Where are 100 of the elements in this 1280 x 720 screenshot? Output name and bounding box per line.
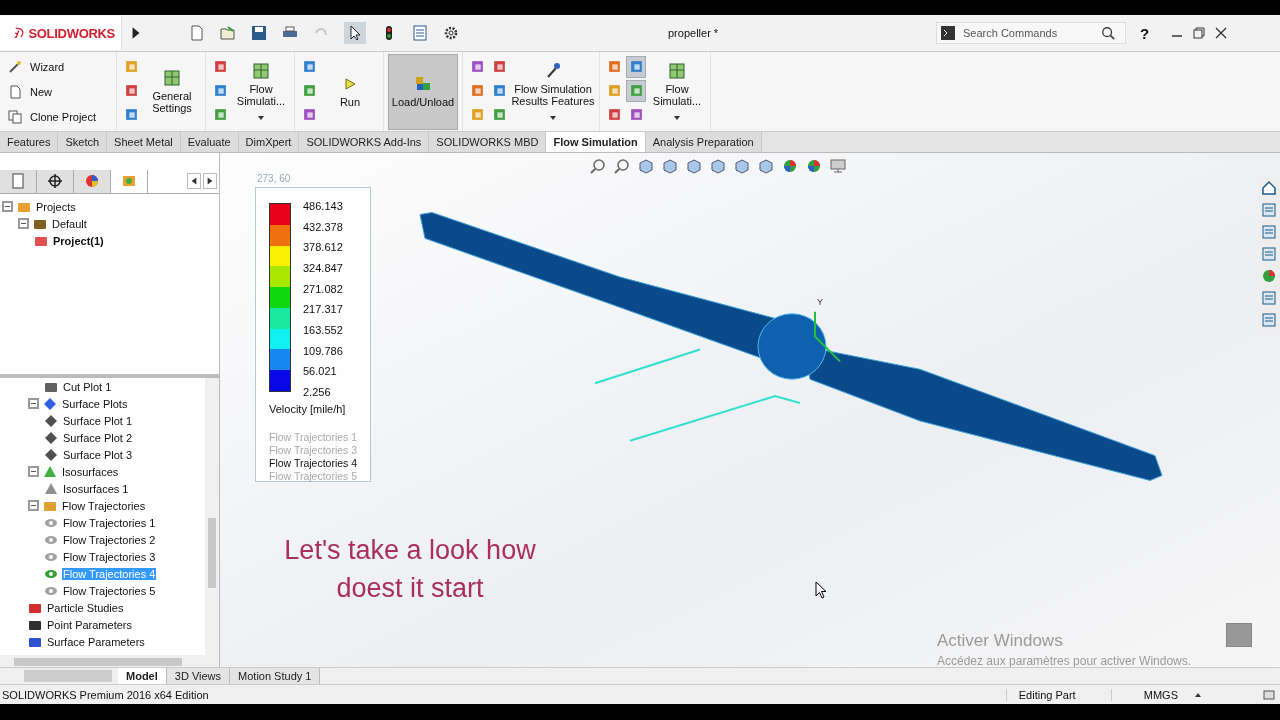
scale-value: 109.786 <box>303 344 343 357</box>
new-document-icon[interactable] <box>189 25 205 41</box>
tree-item[interactable]: Flow Trajectories 2 <box>62 533 157 546</box>
logo-text: SOLIDWORKS <box>28 25 115 41</box>
crosshair-icon <box>47 173 63 189</box>
model-tab[interactable]: Motion Study 1 <box>230 668 321 684</box>
model-tab[interactable]: Model <box>118 668 167 684</box>
view-cube-icon[interactable] <box>734 158 750 174</box>
ribbon-button[interactable]: General Settings <box>143 53 201 130</box>
zoom-to-fit-icon[interactable] <box>590 158 606 174</box>
probe-icon <box>544 62 562 80</box>
tree-item[interactable]: Point Parameters <box>46 618 133 631</box>
tree-item[interactable]: Surface Plot 2 <box>62 431 134 444</box>
toolbar-square-icon[interactable] <box>626 79 646 102</box>
vertical-scrollbar[interactable] <box>205 378 219 655</box>
collapse-toggle[interactable] <box>28 500 39 511</box>
tree-item[interactable]: Surface Plots <box>61 397 129 410</box>
collapse-toggle[interactable] <box>18 218 29 229</box>
list-icon[interactable] <box>412 25 428 41</box>
collapse-toggle[interactable] <box>28 398 39 409</box>
document-title: propeller * <box>668 27 720 39</box>
view-cube-icon[interactable] <box>758 158 774 174</box>
horizontal-scrollbar[interactable] <box>0 655 219 667</box>
collapse-toggle[interactable] <box>2 201 13 212</box>
tree-item[interactable]: Isosurfaces <box>61 465 120 478</box>
tree-item[interactable]: Flow Trajectories <box>61 499 147 512</box>
command-tab[interactable]: Sketch <box>58 132 108 152</box>
tree-item[interactable]: Isosurfaces 1 <box>62 482 130 495</box>
ribbon-button[interactable]: Flow Simulati... <box>648 53 706 130</box>
tree-item[interactable]: Flow Trajectories 5 <box>62 584 157 597</box>
ribbon-list-button[interactable]: Wizard <box>8 59 65 74</box>
panel-icon[interactable] <box>1261 246 1277 262</box>
scale-value: 163.552 <box>303 323 343 336</box>
command-tab[interactable]: SOLIDWORKS Add-Ins <box>299 132 430 152</box>
ribbon-list-button[interactable]: New <box>8 84 52 99</box>
scroll-left-icon[interactable] <box>187 173 201 189</box>
open-folder-icon[interactable] <box>220 25 236 41</box>
tree-item[interactable]: Flow Trajectories 1 <box>62 516 157 529</box>
view-cube-icon[interactable] <box>686 158 702 174</box>
select-pointer-icon[interactable] <box>344 22 366 44</box>
tree-item[interactable]: Project(1) <box>52 234 105 247</box>
command-tab[interactable]: Sheet Metal <box>107 132 181 152</box>
caret-icon[interactable] <box>1194 691 1202 698</box>
ribbon-button[interactable]: Load/Unload <box>388 53 458 130</box>
tree-item[interactable]: Default <box>51 217 88 230</box>
tree-item[interactable]: Surface Plot 1 <box>62 414 134 427</box>
units-button[interactable]: MMGS <box>1141 688 1180 701</box>
command-tab[interactable]: Flow Simulation <box>546 132 646 152</box>
command-tab[interactable]: Features <box>0 132 59 152</box>
trajectory-entry[interactable]: Flow Trajectories 4 <box>269 457 370 470</box>
panel-icon[interactable] <box>1261 290 1277 306</box>
quantity-label: Velocity [mile/h] <box>269 403 347 415</box>
search-icon[interactable] <box>1101 26 1115 40</box>
rebuild-icon[interactable] <box>1262 687 1276 702</box>
tree-item[interactable]: Surface Plot 3 <box>62 448 134 461</box>
restore-icon[interactable] <box>1193 27 1206 39</box>
tree-item[interactable]: Flow Trajectories 3 <box>62 550 157 563</box>
ribbon-button[interactable]: Run <box>321 53 379 130</box>
command-tab[interactable]: DimXpert <box>238 132 300 152</box>
zoom-area-icon[interactable] <box>614 158 630 174</box>
tree-item[interactable]: Surface Parameters <box>46 635 146 648</box>
view-cube-icon[interactable] <box>710 158 726 174</box>
wand-icon <box>8 59 22 74</box>
grid-icon <box>163 69 181 87</box>
panel-tab[interactable] <box>37 169 74 193</box>
tree-item[interactable]: Projects <box>35 200 77 213</box>
search-field[interactable]: Search Commands <box>961 26 1095 40</box>
collapse-toggle[interactable] <box>28 466 39 477</box>
view-cube-icon[interactable] <box>638 158 654 174</box>
panel-icon[interactable] <box>1261 224 1277 240</box>
sphere-icon[interactable] <box>1261 268 1277 284</box>
model-tab[interactable]: 3D Views <box>166 668 231 684</box>
home-icon[interactable] <box>1261 180 1277 196</box>
save-icon[interactable] <box>251 25 267 41</box>
help-button[interactable]: ? <box>1140 24 1150 42</box>
scale-value: 2.256 <box>303 385 332 398</box>
command-tab[interactable]: Evaluate <box>180 132 239 152</box>
panel-icon[interactable] <box>1261 202 1277 218</box>
search-bar[interactable]: Search Commands <box>936 22 1126 44</box>
tree-item[interactable]: Particle Studies <box>46 601 125 614</box>
view-cube-icon[interactable] <box>662 158 678 174</box>
ribbon-button[interactable]: Flow Simulati... <box>232 53 290 130</box>
sphere-icon[interactable] <box>806 158 822 174</box>
monitor-icon[interactable] <box>830 158 846 174</box>
command-tab[interactable]: Analysis Preparation <box>645 132 762 152</box>
ribbon-list-button[interactable]: Clone Project <box>8 109 97 124</box>
document-tree-icon <box>10 173 26 189</box>
blocks-icon <box>414 75 432 93</box>
sphere-icon[interactable] <box>782 158 798 174</box>
horizontal-scrollbar[interactable] <box>24 670 112 682</box>
settings-icon[interactable] <box>443 25 459 41</box>
close-icon[interactable] <box>1215 27 1228 39</box>
scroll-right-icon[interactable] <box>203 173 217 189</box>
ribbon-button[interactable]: Flow Simulation Results Features <box>511 53 595 130</box>
diamond-icon <box>43 396 57 411</box>
tree-item[interactable]: Cut Plot 1 <box>62 380 113 393</box>
command-tab[interactable]: SOLIDWORKS MBD <box>429 132 547 152</box>
mouse-cursor-icon <box>815 581 827 599</box>
toolbar-square-icon[interactable] <box>626 55 646 78</box>
panel-icon[interactable] <box>1261 312 1277 328</box>
